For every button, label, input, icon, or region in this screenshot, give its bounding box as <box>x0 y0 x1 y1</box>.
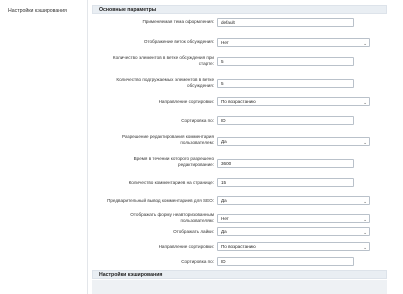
setting-label: Отображение веток обсуждения: <box>143 39 214 44</box>
chevron-down-icon: ⌄ <box>363 245 367 250</box>
cache-section-body <box>92 280 387 294</box>
select-value: Да <box>221 229 227 234</box>
setting-label: Время в течении которого разрешено редак… <box>133 156 214 167</box>
guest-form-select[interactable]: Нет ⌄ <box>217 214 370 223</box>
select-value: Нет <box>221 216 229 221</box>
edit-time-input[interactable]: 3600 <box>217 159 354 168</box>
sort-direction-select[interactable]: По возрастанию ⌄ <box>217 97 370 106</box>
setting-label: Сортировка по: <box>181 118 214 123</box>
per-page-input[interactable]: 15 <box>217 178 354 187</box>
section-header-main: Основные параметры <box>92 5 387 14</box>
setting-label: Отображать лайки: <box>173 229 214 234</box>
setting-label: Количество элементов в ветке обсуждения … <box>112 55 214 66</box>
thread-display-select[interactable]: Нет ⌄ <box>217 38 370 47</box>
sort-field-input-2[interactable]: ID <box>217 257 354 266</box>
chevron-down-icon: ⌄ <box>363 140 367 145</box>
sort-direction-select-2[interactable]: По возрастанию ⌄ <box>217 242 370 251</box>
setting-label: Количество комментариев на странице: <box>128 180 214 185</box>
select-value: По возрастанию <box>221 99 256 104</box>
setting-label: Применяемая тема оформления: <box>142 19 215 24</box>
likes-select[interactable]: Да ⌄ <box>217 227 370 236</box>
setting-label: Сортировка по: <box>181 259 214 264</box>
theme-input[interactable]: default <box>217 18 354 27</box>
select-value: Нет <box>221 40 229 45</box>
setting-label: Количество подгружаемых элементов в ветк… <box>116 77 214 88</box>
setting-label: Направление сортировки: <box>158 99 214 104</box>
sidebar: Настройки кэширования <box>0 0 88 294</box>
chevron-down-icon: ⌄ <box>363 199 367 204</box>
select-value: Да <box>221 139 227 144</box>
sort-field-input[interactable]: ID <box>217 116 354 125</box>
chevron-down-icon: ⌄ <box>363 41 367 46</box>
allow-edit-select[interactable]: Да ⌄ <box>217 137 370 146</box>
seo-preload-select[interactable]: Да ⌄ <box>217 196 370 205</box>
setting-label: Предварительный вывод комментариев для S… <box>107 198 214 203</box>
setting-label: Отображать форму неавторизованным пользо… <box>130 212 214 223</box>
settings-panel: Основные параметры Применяемая тема офор… <box>92 0 400 294</box>
start-count-input[interactable]: 5 <box>217 57 354 66</box>
setting-label: Разрешение редактирования комментария по… <box>122 134 214 145</box>
chevron-down-icon: ⌄ <box>363 217 367 222</box>
setting-label: Направление сортировки: <box>158 244 214 249</box>
load-count-input[interactable]: 5 <box>217 79 354 88</box>
section-header-cache: Настройки кэширования <box>92 270 387 279</box>
select-value: По возрастанию <box>221 244 256 249</box>
select-value: Да <box>221 198 227 203</box>
chevron-down-icon: ⌄ <box>363 100 367 105</box>
chevron-down-icon: ⌄ <box>363 230 367 235</box>
sidebar-item-cache-settings[interactable]: Настройки кэширования <box>8 8 67 14</box>
